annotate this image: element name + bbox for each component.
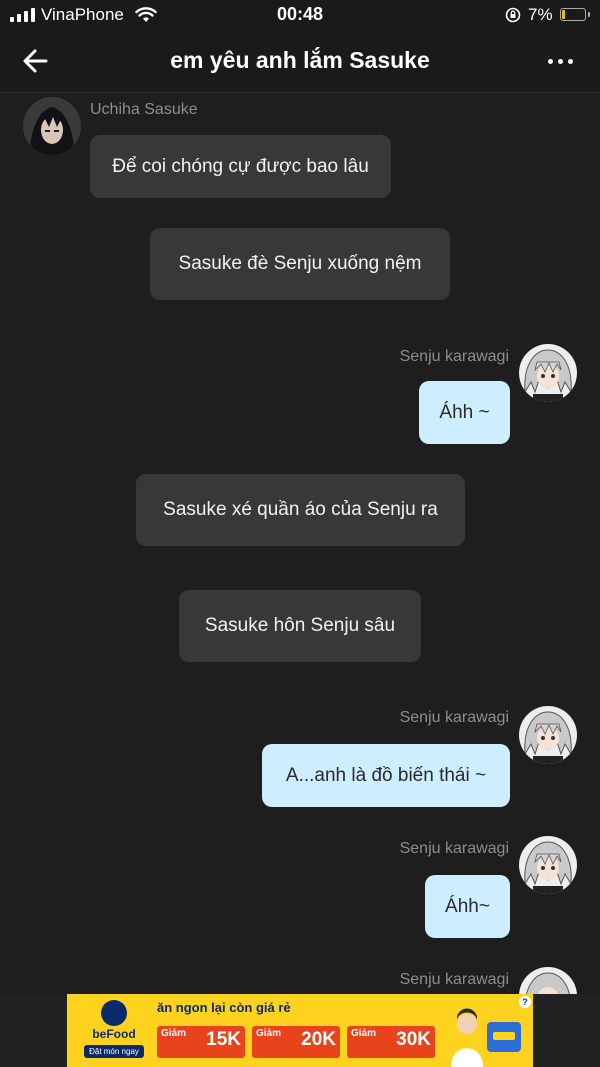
narration-bubble[interactable]: Sasuke đè Senju xuống nệm [150,228,450,300]
coupon-amount: 20K [301,1029,336,1050]
narration-bubble[interactable]: Sasuke xé quần áo của Senju ra [136,474,465,546]
avatar-senju[interactable] [519,706,577,764]
battery-percent: 7% [528,5,553,24]
ad-illustration [451,1008,521,1067]
ad-banner[interactable]: beFood Đặt món ngay ăn ngon lại còn giá … [67,994,533,1067]
chat-title: em yêu anh lắm Sasuke [170,47,430,73]
message-bubble-outgoing[interactable]: Áhh ~ [419,381,510,444]
ad-coupon: Giảm 20K [252,1026,340,1058]
sender-name: Senju karawagi [399,709,509,726]
battery-icon [560,8,590,21]
ad-help-icon[interactable]: ? [519,996,531,1008]
ad-coupon: Giảm 15K [157,1026,245,1058]
avatar-senju[interactable] [519,836,577,894]
avatar-sasuke[interactable] [23,97,81,155]
sender-name: Senju karawagi [399,348,509,365]
sender-name: Senju karawagi [399,971,509,988]
ad-banner-container: beFood Đặt món ngay ăn ngon lại còn giá … [0,994,600,1067]
ad-cta-button[interactable]: Đặt món ngay [84,1045,144,1058]
ad-brand: beFood [92,1027,136,1041]
message-bubble-outgoing[interactable]: A...anh là đồ biến thái ~ [262,744,510,807]
ad-logo: beFood Đặt món ngay [75,1000,153,1060]
signal-icon [10,8,35,22]
ad-slogan: ăn ngon lại còn giá rẻ [157,1000,291,1015]
more-dots-icon [547,58,553,64]
narration-bubble[interactable]: Sasuke hôn Senju sâu [179,590,421,662]
ad-coupon: Giảm 30K [347,1026,435,1058]
rotation-lock-icon [505,7,521,23]
wifi-icon [135,7,157,22]
avatar-senju[interactable] [519,344,577,402]
coupon-amount: 15K [206,1029,241,1050]
more-options-button[interactable] [540,44,580,78]
befood-logo-icon [101,1000,127,1026]
status-bar: VinaPhone 00:48 7% [0,0,600,30]
message-bubble-incoming[interactable]: Để coi chóng cự được bao lâu [90,135,391,198]
carrier-name: VinaPhone [41,5,124,24]
sender-name: Uchiha Sasuke [90,101,198,118]
chat-header: em yêu anh lắm Sasuke [0,30,600,93]
coupon-amount: 30K [396,1029,431,1050]
sender-name: Senju karawagi [399,840,509,857]
message-bubble-outgoing[interactable]: Áhh~ [425,875,510,938]
